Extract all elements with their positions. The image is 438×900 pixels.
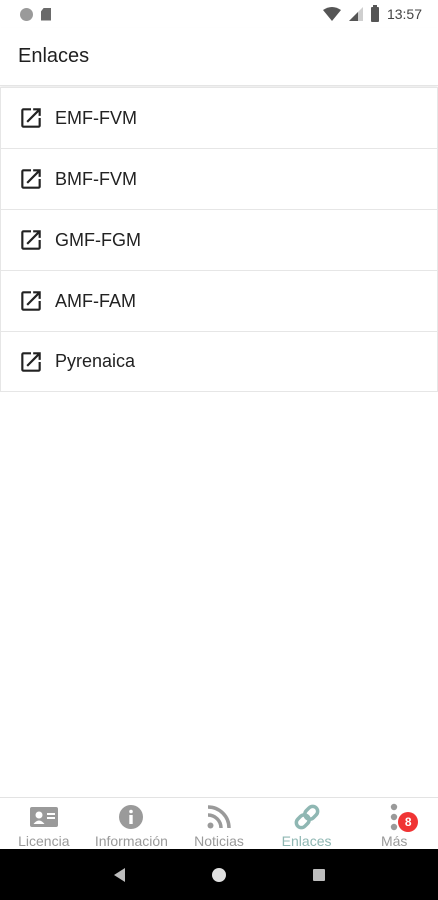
nav-item-mas[interactable]: 8 Más	[350, 798, 438, 849]
link-label: Pyrenaica	[55, 351, 136, 371]
external-link-icon	[17, 348, 45, 376]
link-list: EMF-FVM BMF-FVM GMF-FGM AMF-FAM Pyrenaic…	[0, 87, 438, 392]
external-link-icon	[17, 104, 45, 132]
nav-label: Licencia	[18, 833, 70, 849]
bottom-nav: Licencia Información Noticias Enlaces 8 …	[0, 797, 438, 849]
id-card-icon	[28, 803, 60, 831]
nav-label: Enlaces	[281, 833, 332, 849]
external-link-icon	[17, 165, 45, 193]
back-icon[interactable]	[113, 867, 125, 882]
page-title: Enlaces	[18, 45, 90, 67]
nav-label: Noticias	[194, 833, 244, 849]
nav-item-informacion[interactable]: Información	[88, 798, 176, 849]
signal-icon	[348, 7, 363, 21]
rss-icon	[203, 803, 235, 831]
battery-icon	[370, 4, 379, 22]
notification-badge: 8	[398, 812, 419, 832]
status-time: 13:57	[386, 6, 422, 22]
link-item-bmf-fvm[interactable]: BMF-FVM	[0, 148, 438, 209]
home-icon[interactable]	[211, 867, 226, 882]
link-icon	[291, 803, 323, 831]
link-item-emf-fvm[interactable]: EMF-FVM	[0, 87, 438, 148]
status-right: 13:57	[322, 4, 422, 22]
nav-label: Más	[380, 833, 408, 849]
link-label: EMF-FVM	[55, 107, 137, 128]
nav-item-licencia[interactable]: Licencia	[0, 798, 88, 849]
system-nav-bar	[0, 849, 438, 900]
external-link-icon	[17, 226, 45, 254]
link-label: BMF-FVM	[55, 168, 137, 189]
link-item-gmf-fgm[interactable]: GMF-FGM	[0, 209, 438, 270]
link-item-amf-fam[interactable]: AMF-FAM	[0, 270, 438, 331]
sim-card-icon	[41, 7, 51, 21]
nav-item-enlaces[interactable]: Enlaces	[263, 798, 351, 849]
external-link-icon	[17, 287, 45, 315]
nav-item-noticias[interactable]: Noticias	[175, 798, 263, 849]
info-icon	[115, 803, 147, 831]
status-bar: 13:57	[0, 0, 438, 28]
status-left	[20, 7, 51, 21]
link-item-pyrenaica[interactable]: Pyrenaica	[0, 331, 438, 392]
nav-label: Información	[94, 833, 168, 849]
notification-dot-icon	[20, 7, 33, 21]
recent-apps-icon[interactable]	[312, 868, 325, 881]
wifi-icon	[322, 7, 341, 21]
app-header: Enlaces	[0, 28, 438, 86]
link-label: GMF-FGM	[55, 229, 141, 250]
link-label: AMF-FAM	[55, 290, 136, 311]
